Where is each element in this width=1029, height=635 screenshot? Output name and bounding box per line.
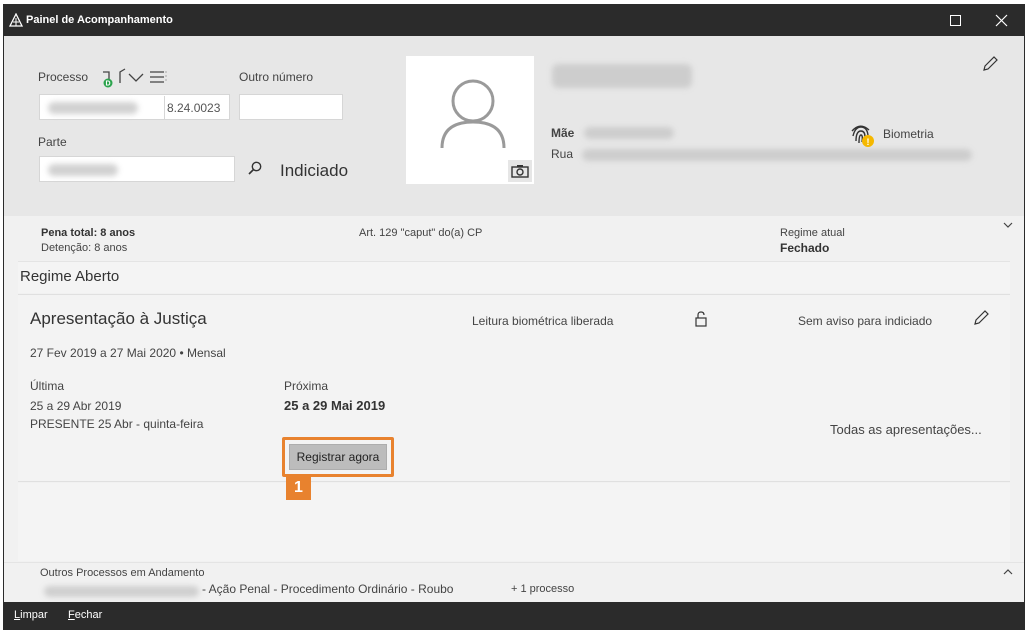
svg-text:D: D [105,81,110,88]
case-header: Processo D 8.24.0023 Outro número Parte [4,36,1024,216]
processo-redacted [44,586,199,597]
mae-label: Mãe [551,126,575,140]
ultima-status: PRESENTE 25 Abr - quinta-feira [30,417,204,431]
step-callout-badge: 1 [286,476,311,500]
redacted-text [48,164,118,176]
fechar-label: echar [74,609,103,621]
sentence-summary: Pena total: 8 anos Detenção: 8 anos Art.… [4,216,1024,260]
maximize-icon [949,15,961,26]
close-button[interactable] [978,5,1024,36]
close-icon [995,14,1007,27]
leitura-biometrica-status: Leitura biométrica liberada [472,314,614,328]
mae-redacted [584,127,674,139]
limpar-button[interactable]: Limpar [14,609,48,621]
pena-total: Pena total: 8 anos [41,227,136,239]
chevron-up-icon [1003,569,1013,575]
outros-processos-section: Outros Processos em Andamento - Ação Pen… [4,562,1024,602]
limpar-label: impar [20,609,48,621]
rua-label: Rua [551,147,574,161]
outro-numero-field[interactable] [239,94,343,120]
expand-summary-button[interactable] [1002,220,1014,230]
pencil-icon [983,56,998,71]
person-name-redacted [552,64,692,88]
artigo: Art. 129 "caput" do(a) CP [359,227,483,239]
empty-area [18,483,1010,561]
main-window: Painel de Acompanhamento Processo D 8.24… [3,4,1025,630]
todas-apresentacoes-link[interactable]: Todas as apresentações... [830,422,982,437]
title-bar: Painel de Acompanhamento [4,5,1024,36]
parte-field[interactable] [39,156,235,182]
app-icon [9,13,23,27]
proxima-label: Próxima [284,379,329,393]
periodo: 27 Fev 2019 a 27 Mai 2020 • Mensal [30,346,226,360]
fingerprint-icon[interactable]: ! [847,121,875,149]
register-highlight: Registrar agora [282,437,394,477]
document-status-icon[interactable]: D [101,68,115,88]
parte-role: Indiciado [280,161,349,180]
camera-icon [511,165,529,178]
footer-bar: Limpar Fechar [4,602,1024,629]
detencao: Detenção: 8 anos [41,242,128,254]
search-icon[interactable] [247,160,263,176]
proxima-value: 25 a 29 Mai 2019 [284,398,386,413]
rua-redacted [582,149,972,161]
processo-number-suffix: 8.24.0023 [167,101,221,115]
unlock-button[interactable] [694,311,708,327]
outros-title: Outros Processos em Andamento [40,567,205,579]
collapse-outros-button[interactable] [1002,567,1014,577]
fechar-button[interactable]: Fechar [68,609,102,621]
unlock-icon [695,311,707,327]
aviso-status: Sem aviso para indiciado [798,314,933,328]
edit-person-button[interactable] [982,56,998,72]
parte-label: Parte [38,135,67,149]
window-title: Painel de Acompanhamento [26,14,173,26]
biometria-label: Biometria [883,127,934,141]
regime-atual-value: Fechado [780,241,830,255]
regime-atual-label: Regime atual [780,227,845,239]
apresentacao-card: Apresentação à Justiça Leitura biométric… [18,294,1010,482]
registrar-agora-button[interactable]: Registrar agora [289,444,387,470]
redacted-text [48,102,138,114]
outros-count[interactable]: + 1 processo [511,583,574,595]
outro-numero-label: Outro número [239,70,314,84]
svg-text:!: ! [867,137,870,147]
processo-label: Processo [38,70,89,84]
ultima-label: Última [30,379,65,393]
maximize-button[interactable] [932,5,978,36]
regime-section-header: Regime Aberto [18,261,1010,293]
fechar-mnemonic: F [68,609,75,621]
edit-apresentacao-button[interactable] [973,310,989,326]
camera-button[interactable] [508,160,532,182]
field-divider [164,96,165,120]
chevron-down-icon[interactable] [128,70,144,84]
menu-icon[interactable] [149,70,167,84]
ultima-value: 25 a 29 Abr 2019 [30,399,122,413]
chevron-down-icon [1003,222,1013,228]
regime-title: Regime Aberto [20,268,120,285]
outros-description: - Ação Penal - Procedimento Ordinário - … [202,582,454,596]
apresentacao-title: Apresentação à Justiça [30,309,207,328]
pencil-icon [974,310,989,325]
person-photo [406,56,534,184]
processo-number-field[interactable]: 8.24.0023 [39,94,230,120]
